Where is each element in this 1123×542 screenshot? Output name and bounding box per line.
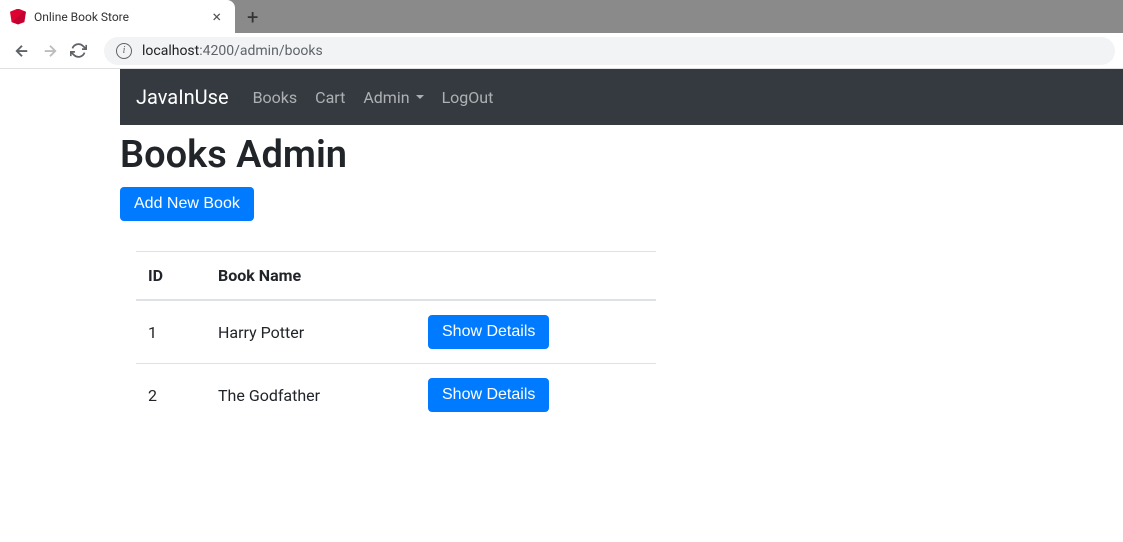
books-table-container: ID Book Name 1 Harry Potter Show Details… (136, 251, 656, 426)
nav-link-cart[interactable]: Cart (315, 88, 345, 107)
page-title: Books Admin (120, 133, 1107, 177)
browser-tab-strip: Online Book Store × + (0, 0, 1123, 33)
nav-link-books[interactable]: Books (253, 88, 298, 107)
close-tab-icon[interactable]: × (208, 7, 225, 26)
url-path: :4200/admin/books (199, 43, 323, 59)
nav-link-logout[interactable]: LogOut (442, 88, 494, 107)
cell-id: 2 (136, 364, 206, 427)
nav-link-admin-label: Admin (363, 88, 409, 107)
forward-button[interactable] (36, 37, 64, 65)
chevron-down-icon (416, 95, 424, 99)
app-navbar: JavaInUse Books Cart Admin LogOut (120, 69, 1123, 125)
show-details-button[interactable]: Show Details (428, 378, 549, 412)
books-table: ID Book Name 1 Harry Potter Show Details… (136, 251, 656, 426)
navbar-brand[interactable]: JavaInUse (136, 85, 229, 109)
tab-title: Online Book Store (34, 10, 208, 24)
table-row: 1 Harry Potter Show Details (136, 300, 656, 364)
site-info-icon[interactable]: i (116, 43, 132, 59)
cell-name: The Godfather (206, 364, 416, 427)
page-content: JavaInUse Books Cart Admin LogOut Books … (0, 69, 1123, 426)
table-header-action (416, 252, 656, 301)
reload-button[interactable] (64, 37, 92, 65)
table-header-name: Book Name (206, 252, 416, 301)
address-bar[interactable]: i localhost:4200/admin/books (104, 37, 1115, 65)
angular-favicon (10, 9, 26, 25)
nav-link-admin[interactable]: Admin (363, 88, 423, 107)
cell-id: 1 (136, 300, 206, 364)
new-tab-button[interactable]: + (235, 0, 270, 33)
table-header-id: ID (136, 252, 206, 301)
browser-tab[interactable]: Online Book Store × (0, 0, 235, 33)
browser-toolbar: i localhost:4200/admin/books (0, 33, 1123, 69)
url-host: localhost (142, 43, 199, 59)
show-details-button[interactable]: Show Details (428, 315, 549, 349)
add-new-book-button[interactable]: Add New Book (120, 187, 254, 221)
back-button[interactable] (8, 37, 36, 65)
table-row: 2 The Godfather Show Details (136, 364, 656, 427)
cell-name: Harry Potter (206, 300, 416, 364)
main-content: Books Admin Add New Book ID Book Name 1 … (104, 133, 1123, 426)
